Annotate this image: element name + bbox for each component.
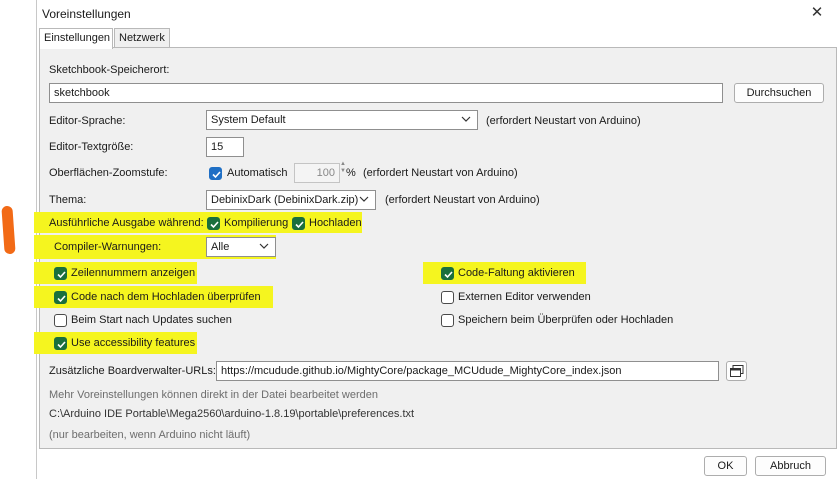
zoom-unit: % [346,167,356,179]
board-urls-label: Zusätzliche Boardverwalter-URLs: [49,365,216,377]
checkmark-icon [57,341,66,349]
verbose-upload-checkbox[interactable] [292,217,305,230]
tab-netzwerk[interactable]: Netzwerk [114,28,170,48]
edit-note-text: (nur bearbeiten, wenn Arduino nicht läuf… [49,429,251,441]
accessibility-label: Use accessibility features [71,337,196,349]
zoom-value: 100 [316,167,335,179]
check-updates-label: Beim Start nach Updates suchen [71,314,232,326]
external-editor-checkbox[interactable] [441,291,454,304]
verbose-upload-label: Hochladen [309,217,362,229]
theme-value: DebinixDark (DebinixDark.zip) [211,194,359,206]
checkmark-icon [295,221,304,229]
sketchbook-path-input[interactable]: sketchbook [49,83,723,103]
checkmark-icon [210,221,219,229]
zoom-value-input: 100 [294,163,340,183]
checkmark-icon [57,295,66,303]
preferences-dialog: Voreinstellungen ✕ Einstellungen Netzwer… [34,0,838,479]
zoom-auto-checkbox[interactable] [209,167,222,180]
compiler-warnings-select[interactable]: Alle [206,237,276,257]
font-size-label: Editor-Textgröße: [49,141,134,153]
editor-language-label: Editor-Sprache: [49,115,126,127]
browse-button[interactable]: Durchsuchen [734,83,824,103]
board-urls-edit-button[interactable] [726,361,747,381]
chevron-down-icon [461,116,471,122]
external-editor-label: Externen Editor verwenden [458,291,591,303]
tab-label: Einstellungen [44,32,111,44]
line-numbers-checkbox[interactable] [54,267,67,280]
cancel-button[interactable]: Abbruch [755,456,826,476]
title-bar: Voreinstellungen ✕ [37,0,838,28]
ok-button[interactable]: OK [704,456,747,476]
window-list-icon [729,365,743,377]
theme-note: (erfordert Neustart von Arduino) [385,194,540,206]
tab-einstellungen[interactable]: Einstellungen [39,28,113,49]
line-numbers-label: Zeilennummern anzeigen [71,267,196,279]
preferences-file-path[interactable]: C:\Arduino IDE Portable\Mega2560\arduino… [49,408,414,420]
verbose-compile-label: Kompilierung [224,217,289,229]
annotation-marker [1,205,16,255]
chevron-down-icon [259,243,269,249]
window-title: Voreinstellungen [42,7,131,21]
font-size-input[interactable]: 15 [206,137,244,157]
more-prefs-text: Mehr Voreinstellungen können direkt in d… [49,389,378,401]
chevron-down-icon [359,196,369,202]
verify-upload-label: Code nach dem Hochladen überprüfen [71,291,261,303]
check-updates-checkbox[interactable] [54,314,67,327]
sketchbook-label: Sketchbook-Speicherort: [49,64,170,76]
close-icon[interactable]: ✕ [809,5,825,21]
verify-upload-checkbox[interactable] [54,291,67,304]
editor-language-value: System Default [211,114,286,126]
zoom-note: (erfordert Neustart von Arduino) [363,167,518,179]
save-on-verify-checkbox[interactable] [441,314,454,327]
settings-panel: Sketchbook-Speicherort: sketchbook Durch… [34,47,837,449]
accessibility-checkbox[interactable] [54,337,67,350]
code-folding-label: Code-Faltung aktivieren [458,267,575,279]
verbose-compile-checkbox[interactable] [207,217,220,230]
board-urls-input[interactable]: https://mcudude.github.io/MightyCore/pac… [216,361,719,381]
compiler-warnings-label: Compiler-Warnungen: [54,241,162,253]
editor-language-note: (erfordert Neustart von Arduino) [486,115,641,127]
theme-label: Thema: [49,194,87,206]
zoom-auto-label: Automatisch [227,167,288,179]
compiler-warnings-value: Alle [211,241,230,253]
tab-label: Netzwerk [119,32,165,44]
code-folding-checkbox[interactable] [441,267,454,280]
editor-language-select[interactable]: System Default [206,110,478,130]
verbose-label: Ausführliche Ausgabe während: [49,217,204,229]
checkmark-icon [444,271,453,279]
save-on-verify-label: Speichern beim Überprüfen oder Hochladen [458,314,674,326]
zoom-label: Oberflächen-Zoomstufe: [49,167,168,179]
checkmark-icon [57,271,66,279]
theme-select[interactable]: DebinixDark (DebinixDark.zip) [206,190,376,210]
checkmark-icon [212,171,221,179]
